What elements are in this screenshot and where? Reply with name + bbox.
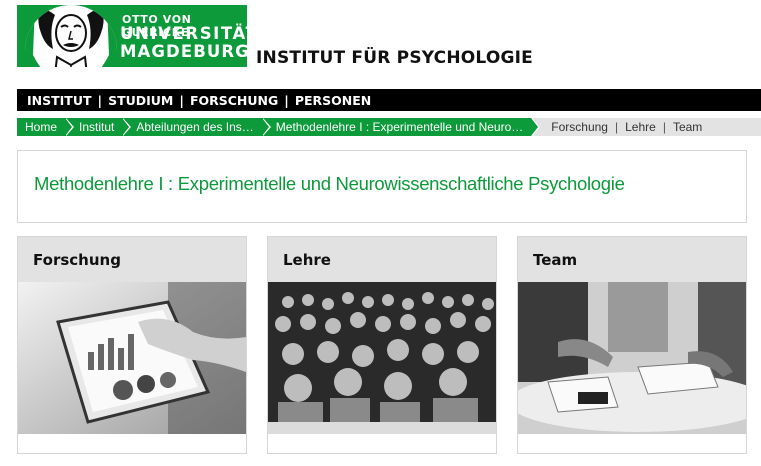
logo-line-2: UNIVERSITÄT <box>120 24 247 43</box>
university-logo[interactable]: OTTO VON GUERICKE UNIVERSITÄT MAGDEBURG <box>17 5 247 67</box>
nav-separator: | <box>97 92 103 108</box>
breadcrumb: Home Institut Abteilungen des Ins… Metho… <box>17 118 761 136</box>
breadcrumb-sub-links: Forschung | Lehre | Team <box>551 120 702 134</box>
breadcrumb-home[interactable]: Home <box>17 118 75 136</box>
nav-item-personen[interactable]: PERSONEN <box>295 93 371 108</box>
card-footer <box>18 434 246 453</box>
sub-link-team[interactable]: Team <box>673 120 702 134</box>
tablet-chart-photo[interactable] <box>18 282 246 434</box>
sub-link-separator: | <box>662 120 666 134</box>
card-title[interactable]: Team <box>518 237 746 282</box>
card-footer <box>268 434 496 453</box>
nav-item-institut[interactable]: INSTITUT <box>27 93 92 108</box>
guericke-portrait-icon <box>25 5 117 67</box>
lecture-hall-photo[interactable] <box>268 282 496 434</box>
sub-link-forschung[interactable]: Forschung <box>551 120 608 134</box>
page-title: Methodenlehre I : Experimentelle und Neu… <box>34 173 625 194</box>
page-heading-box: Methodenlehre I : Experimentelle und Neu… <box>17 150 747 223</box>
card-title[interactable]: Lehre <box>268 237 496 282</box>
card-team[interactable]: Team <box>517 236 747 454</box>
card-title[interactable]: Forschung <box>18 237 246 282</box>
card-footer <box>518 434 746 453</box>
nav-item-studium[interactable]: STUDIUM <box>108 93 173 108</box>
nav-separator: | <box>284 92 289 108</box>
card-forschung[interactable]: Forschung <box>17 236 247 454</box>
nav-item-forschung[interactable]: FORSCHUNG <box>190 93 278 108</box>
nav-separator: | <box>179 92 184 108</box>
main-nav: INSTITUT | STUDIUM | FORSCHUNG | PERSONE… <box>17 89 761 111</box>
team-meeting-photo[interactable] <box>518 282 746 434</box>
sub-link-lehre[interactable]: Lehre <box>625 120 656 134</box>
breadcrumb-abteilungen[interactable]: Abteilungen des Ins… <box>122 118 272 136</box>
sub-link-separator: | <box>614 120 619 134</box>
logo-line-3: MAGDEBURG <box>120 42 247 61</box>
card-lehre[interactable]: Lehre <box>267 236 497 454</box>
institute-title: INSTITUT FÜR PSYCHOLOGIE <box>256 48 533 68</box>
breadcrumb-methodenlehre[interactable]: Methodenlehre I : Experimentelle und Neu… <box>261 118 541 136</box>
